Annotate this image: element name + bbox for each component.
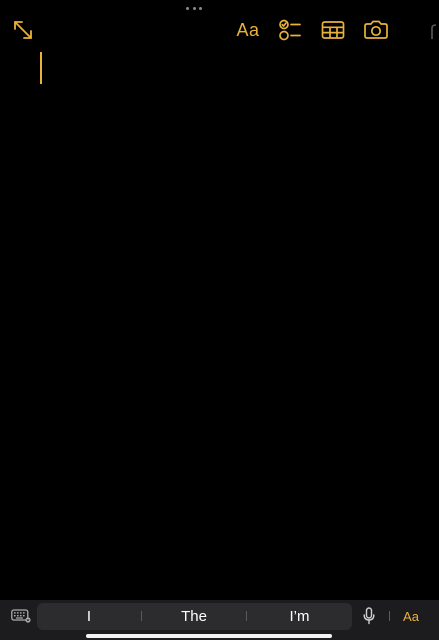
dot-icon [186,6,189,10]
share-icon[interactable] [430,22,439,40]
format-text-button[interactable]: Aa [234,18,262,42]
format-button[interactable]: Aa [400,606,422,626]
multitasking-dots[interactable] [186,5,202,11]
dot-icon [199,6,202,10]
format-text-icon: Aa [403,608,419,624]
camera-icon[interactable] [362,18,390,42]
checklist-icon[interactable] [278,18,302,42]
microphone-icon[interactable] [362,607,376,625]
table-icon[interactable] [320,18,346,42]
suggestion-3[interactable]: I’m [247,603,352,630]
expand-icon[interactable] [12,19,34,41]
suggestion-2[interactable]: The [142,603,246,630]
note-body[interactable] [40,50,420,590]
keyboard-icon[interactable] [10,608,32,624]
suggestion-1[interactable]: I [37,603,141,630]
divider [389,611,390,621]
home-indicator[interactable] [86,634,332,638]
format-text-icon: Aa [236,19,260,40]
dot-icon [192,6,196,10]
